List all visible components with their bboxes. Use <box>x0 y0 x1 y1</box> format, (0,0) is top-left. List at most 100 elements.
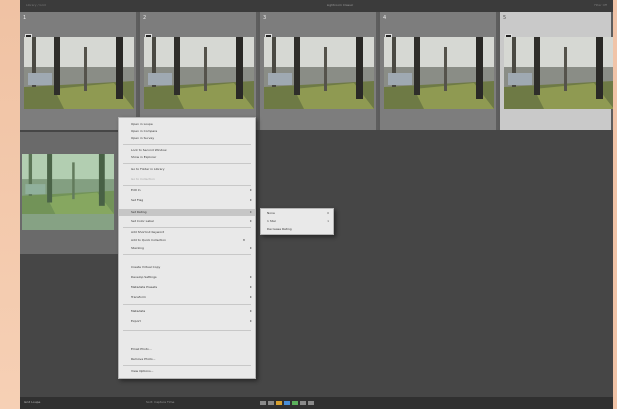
menu-item-label: Add Shortcut Keyword <box>131 230 165 234</box>
menu-item-label: Email Photo... <box>131 347 152 351</box>
menu-item-set-flag[interactable]: Set Flag <box>119 197 255 204</box>
menu-item-transform[interactable]: Transform <box>119 294 255 301</box>
cell-number: 3 <box>263 15 267 21</box>
grid-cell[interactable]: 4 <box>380 12 498 130</box>
submenu-arrow-icon <box>250 211 252 213</box>
grid-cell[interactable]: 1 <box>20 12 138 130</box>
grid-cell-second-row[interactable] <box>20 132 118 254</box>
menu-item-label: Stacking <box>131 246 144 250</box>
submenu-arrow-icon <box>250 199 252 201</box>
menu-item-label: Show in Explorer <box>131 155 157 159</box>
color-label-green-icon[interactable] <box>292 401 298 405</box>
photo-thumbnail-tinted[interactable] <box>22 154 114 230</box>
menu-item-set-rating[interactable]: Set Rating <box>119 209 255 216</box>
menu-separator <box>123 304 251 305</box>
menu-item-label: Set Flag <box>131 198 144 202</box>
menu-item[interactable]: Lock to Second Window <box>119 147 255 154</box>
menu-shortcut: B <box>242 238 245 242</box>
menu-item-label: Metadata <box>131 309 146 313</box>
menu-item-stacking[interactable]: Stacking <box>119 245 255 252</box>
desktop-background-right <box>613 0 617 409</box>
photo-thumbnail[interactable] <box>264 37 374 109</box>
menu-item-disabled: Go to Collection <box>119 176 255 183</box>
color-label-tint <box>22 154 114 230</box>
submenu-item[interactable]: None 0 <box>261 210 333 217</box>
menu-item[interactable]: View Options... <box>119 368 255 375</box>
menu-item-metadata[interactable]: Metadata <box>119 308 255 315</box>
filter-chip[interactable] <box>268 401 274 405</box>
menu-item-label: Remove Photo... <box>131 357 156 361</box>
menu-item-label: Open in Compare <box>131 129 158 133</box>
menu-item[interactable]: Open in Survey <box>119 135 255 142</box>
app-window: Library / Grid Lightroom Classic Filter … <box>20 0 613 409</box>
color-label-yellow-icon[interactable] <box>276 401 282 405</box>
submenu-arrow-icon <box>250 247 252 249</box>
window-title: Lightroom Classic <box>326 3 354 7</box>
photo-thumbnail[interactable] <box>384 37 494 109</box>
cell-number: 2 <box>143 15 147 21</box>
menu-item-set-color-label[interactable]: Set Color Label <box>119 218 255 225</box>
photo-thumbnail[interactable] <box>144 37 254 109</box>
menu-item[interactable]: Add to Quick Collection B <box>119 237 255 244</box>
menu-item-label: Set Rating <box>131 210 147 214</box>
menu-item-label: Add to Quick Collection <box>131 238 167 242</box>
cell-number: 4 <box>383 15 387 21</box>
menu-item[interactable]: Remove Photo... <box>119 356 255 363</box>
view-mode-buttons[interactable]: Grid Loupe <box>24 400 84 405</box>
menu-item-develop-settings[interactable]: Develop Settings <box>119 274 255 281</box>
submenu-item-label: None <box>267 211 275 215</box>
submenu-arrow-icon <box>250 286 252 288</box>
submenu-arrow-icon <box>250 276 252 278</box>
cell-number: 1 <box>23 15 27 21</box>
menu-separator <box>123 163 251 164</box>
menu-item-export[interactable]: Export <box>119 318 255 325</box>
submenu-arrow-icon <box>250 320 252 322</box>
context-menu: Open in Loupe Open in Compare Open in Su… <box>118 117 256 379</box>
menu-separator <box>123 227 251 228</box>
menu-item-label: View Options... <box>131 369 154 373</box>
sort-control[interactable]: Sort: Capture Time <box>146 400 206 405</box>
menu-item-label: Open in Loupe <box>131 122 153 126</box>
color-label-blue-icon[interactable] <box>284 401 290 405</box>
menu-item-label: Lock to Second Window <box>131 148 167 152</box>
submenu-item-label: 1 Star <box>267 219 277 223</box>
submenu-item[interactable]: 1 Star 1 <box>261 218 333 225</box>
rating-submenu: None 0 1 Star 1 Decrease Rating <box>260 208 334 235</box>
filter-chip[interactable] <box>260 401 266 405</box>
menu-item-label: Edit In <box>131 188 141 192</box>
submenu-shortcut: 1 <box>327 219 329 223</box>
menu-item[interactable]: Add Shortcut Keyword <box>119 229 255 236</box>
menu-item-label: Go to Collection <box>131 177 155 181</box>
menu-item-label: Go to Folder in Library <box>131 167 165 171</box>
top-bar: Library / Grid Lightroom Classic Filter … <box>20 0 613 12</box>
menu-item[interactable]: Go to Folder in Library <box>119 166 255 173</box>
menu-item-label: Open in Survey <box>131 136 155 140</box>
menu-separator <box>123 365 251 366</box>
top-bar-left-info: Library / Grid <box>26 3 46 7</box>
desktop-background-left <box>0 0 20 409</box>
menu-item[interactable]: Show in Explorer <box>119 154 255 161</box>
menu-item[interactable]: Open in Compare <box>119 128 255 135</box>
grid-cell-selected[interactable]: 5 <box>500 12 613 130</box>
submenu-arrow-icon <box>250 310 252 312</box>
menu-item-edit-in[interactable]: Edit In <box>119 187 255 194</box>
grid-cell[interactable]: 3 <box>260 12 378 130</box>
grid-cell[interactable]: 2 <box>140 12 258 130</box>
menu-item[interactable]: Open in Loupe <box>119 121 255 128</box>
menu-item[interactable]: Email Photo... <box>119 346 255 353</box>
menu-item[interactable]: Create Virtual Copy <box>119 264 255 271</box>
photo-thumbnail[interactable] <box>504 37 613 109</box>
menu-separator <box>123 144 251 145</box>
menu-item-label: Develop Settings <box>131 275 157 279</box>
menu-item-label: Set Color Label <box>131 219 154 223</box>
menu-item-label: Metadata Presets <box>131 285 158 289</box>
filter-chip[interactable] <box>308 401 314 405</box>
top-bar-right-info: Filter Off <box>594 3 607 7</box>
photo-thumbnail[interactable] <box>24 37 134 109</box>
menu-item-metadata-presets[interactable]: Metadata Presets <box>119 284 255 291</box>
filter-chip[interactable] <box>300 401 306 405</box>
submenu-item[interactable]: Decrease Rating <box>261 226 333 233</box>
menu-separator <box>123 254 251 255</box>
submenu-shortcut: 0 <box>327 211 329 215</box>
bottom-toolbar: Grid Loupe Sort: Capture Time <box>20 397 613 409</box>
